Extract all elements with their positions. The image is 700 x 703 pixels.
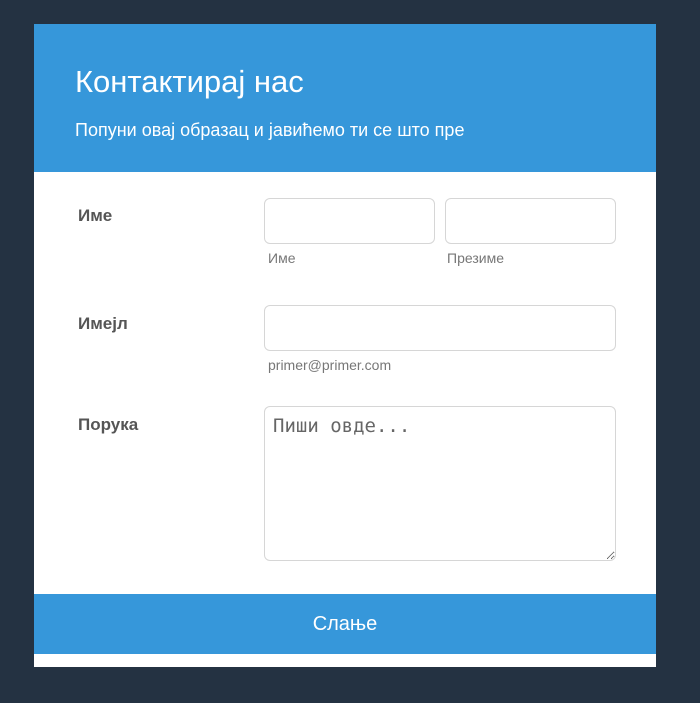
page-title: Контактирај нас: [75, 64, 304, 99]
message-textarea[interactable]: [264, 406, 616, 561]
submit-button[interactable]: Слање: [34, 594, 656, 654]
last-name-input[interactable]: [445, 198, 616, 244]
email-sublabel: primer@primer.com: [268, 357, 392, 373]
first-name-input[interactable]: [264, 198, 435, 244]
form-header: Контактирај нас Попуни овај образац и ја…: [34, 24, 656, 172]
message-label: Порука: [78, 415, 139, 434]
page-subtitle: Попуни овај образац и јавићемо ти се што…: [75, 120, 465, 140]
email-label: Имејл: [78, 314, 128, 333]
first-name-sublabel: Име: [268, 250, 296, 266]
last-name-sublabel: Презиме: [447, 250, 504, 266]
contact-form-card: Контактирај нас Попуни овај образац и ја…: [34, 24, 656, 667]
email-input[interactable]: [264, 305, 616, 351]
name-label: Име: [78, 206, 113, 225]
